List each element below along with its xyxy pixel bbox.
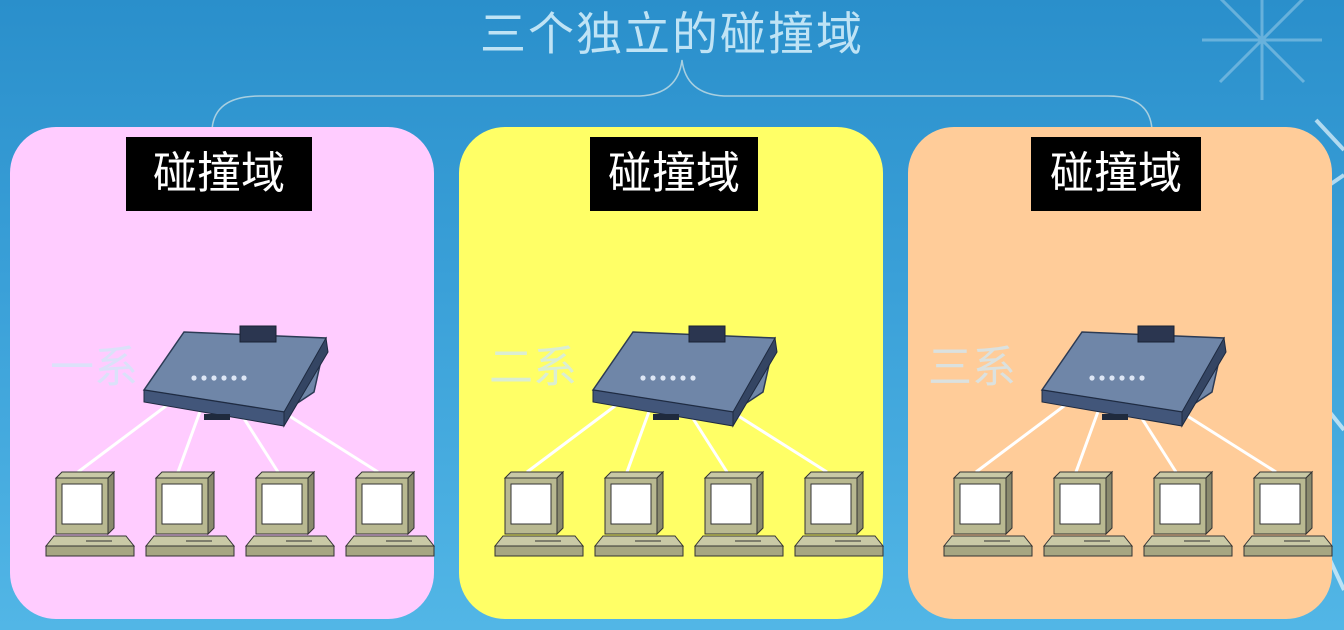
hub-icon (1040, 325, 1227, 428)
network-link (77, 398, 175, 474)
hub-icon (142, 325, 329, 428)
hub-icon (591, 325, 778, 428)
network-link (1074, 405, 1102, 473)
pc-icon (1242, 470, 1334, 557)
pc-icon (693, 470, 785, 557)
pc-icon (344, 470, 436, 557)
pc-icon (593, 470, 685, 557)
network-link (526, 398, 624, 474)
pc-icon (244, 470, 336, 557)
network-graphics (44, 325, 1334, 557)
network-link (975, 398, 1073, 474)
pc-icon (493, 470, 585, 557)
network-group-1 (44, 325, 436, 557)
pc-icon (793, 470, 885, 557)
pc-icon (44, 470, 136, 557)
pc-icon (1042, 470, 1134, 557)
network-group-3 (942, 325, 1334, 557)
pc-icon (942, 470, 1034, 557)
network-group-2 (493, 325, 885, 557)
pc-icon (144, 470, 236, 557)
network-link (176, 405, 204, 473)
network-link (625, 405, 653, 473)
pc-icon (1142, 470, 1234, 557)
